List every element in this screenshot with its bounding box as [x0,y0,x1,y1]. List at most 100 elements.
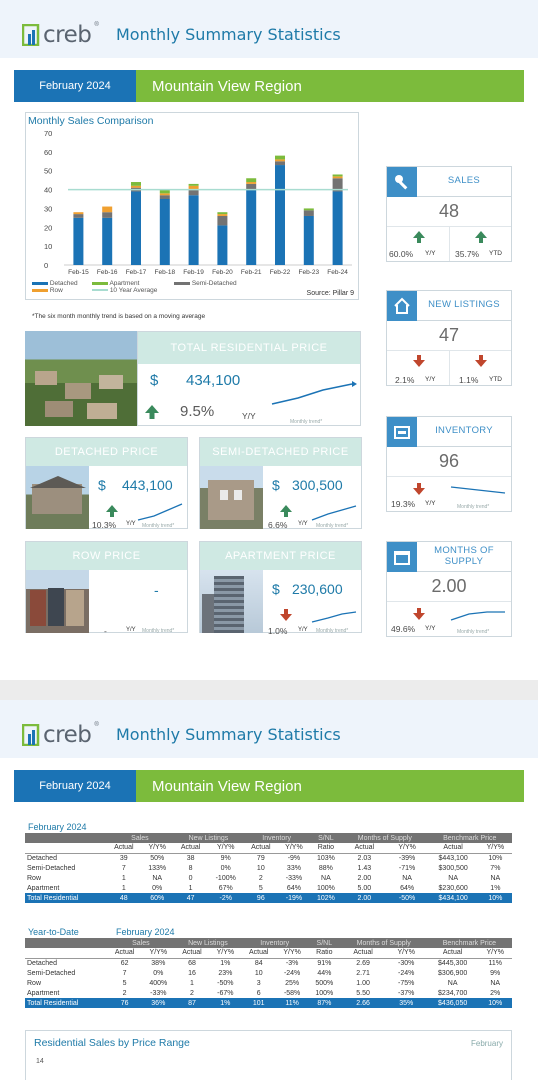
up-arrow-icon [106,505,118,517]
row-value: - [154,582,159,598]
table-group-header: Sales New Listings Inventory S/NL Months of … [25,833,512,843]
apartment-trend-label: Monthly trend* [316,628,349,634]
table-cell: -30% [398,959,415,967]
page-header: creb ® Monthly Summary Statistics [0,700,538,758]
table-cell: 0 [188,874,193,882]
row-price-card: ROW PRICE - - Y/Y Monthly trend* [25,541,188,636]
total-price-trend [271,381,357,405]
table-cell: Semi-Detached [27,969,76,977]
price-range-title: Residential Sales by Price Range [34,1037,190,1049]
table-cell: $306,900 [438,969,468,977]
price-range-month: February [470,1039,503,1048]
new-listings-ytd-pct: 1.1% [459,375,479,385]
table-cell: 67% [218,884,233,892]
sales-comparison-chart: Monthly Sales Comparison 0 10 20 30 40 50 60 70… [25,112,359,300]
bar-semi-detached [303,210,314,216]
subheader-cell: Y/Y% [207,843,244,854]
table-row: Semi-Detached 7 133% 8 0% 10 33% 88% 1.43 -71% $30… [25,863,512,873]
report-date: February 2024 [14,70,136,102]
bar-detached [217,225,228,265]
y-tick-label: 0 [44,261,48,270]
table-cell: 10% [488,854,503,862]
table-cell: NA [321,874,331,882]
sales-label: SALES [447,175,481,187]
new-listings-stat-card: NEW LISTINGS 47 2.1% Y/Y 1.1% YTD [386,290,512,386]
bar-row [217,214,228,216]
monthly-stats-table: Sales New Listings Inventory S/NL Months of … [25,833,512,903]
table-cell: 87% [308,998,341,1008]
table-cell: 2.03 [357,854,372,862]
bar-detached [332,191,343,265]
table-cell: 1% [220,959,231,967]
subheader-cell: Y/Y% [478,843,512,854]
table-cell: 33% [286,864,301,872]
inventory-trend-label: Monthly trend* [457,504,490,510]
subheader-cell: Y/Y% [209,948,242,959]
row-yy: Y/Y [126,627,136,633]
house-icon [387,291,417,321]
table-cell: 96 [243,893,279,903]
apartment-pct: 1.0% [268,626,288,636]
bar-detached [246,189,257,265]
group-header: Sales [106,833,174,843]
detached-price-label: DETACHED PRICE [26,438,187,466]
table-cell: $434,100 [427,893,479,903]
sales-yy-pct: 60.0% [389,249,414,259]
bar-detached [131,191,141,265]
apartment-price-label: APARTMENT PRICE [200,542,361,570]
table-cell: 1.43 [357,864,372,872]
subheader-cell: Y/Y% [278,843,310,854]
bar-detached [275,165,285,265]
table-cell: 68 [188,959,196,967]
table-cell: 79 [256,854,265,862]
subheader-cell: Actual [107,948,143,959]
table-cell: 2% [490,989,501,997]
months-supply-yy-label: Y/Y [425,625,436,632]
bar-detached [188,195,199,265]
subheader-cell: Ratio [309,843,343,854]
table-cell: $234,700 [438,989,468,997]
table-cell: NA [152,874,163,882]
table-cell: 100% [316,884,335,892]
apartment-building-photo [200,570,263,633]
table-cell: 60% [141,893,174,903]
table-cell: 11% [488,959,502,967]
table-row: Apartment 1 0% 1 67% 5 64% 100% 5.00 64% $230,600 1… [25,883,512,893]
x-tick-label: Feb-17 [126,269,147,276]
group-header: S/NL [309,833,343,843]
table-cell: 500% [315,979,334,987]
inventory-icon [387,417,417,447]
table-cell: 64% [286,884,301,892]
bar-apartment [303,208,314,211]
creb-logo-icon [22,724,40,746]
group-header: Benchmark Price [426,938,512,948]
table-cell: $443,100 [438,854,468,862]
table-cell: 76 [107,998,143,1008]
bar-semi-detached [102,212,113,218]
bar-row [102,206,113,213]
table-cell: 1.00 [356,979,370,987]
detached-trend [137,503,183,521]
detached-trend-label: Monthly trend* [142,523,175,529]
registered-mark: ® [94,722,99,728]
inventory-value: 96 [387,447,511,477]
apartment-yy: Y/Y [298,627,308,633]
table-cell: -9% [287,854,301,862]
bar-detached [159,199,170,265]
table-cell: Semi-Detached [27,864,76,872]
table-cell: $445,300 [438,959,468,967]
table-cell: 38% [151,959,166,967]
sales-stat-card: SALES 48 60.0% Y/Y 35.7% YTD [386,166,512,262]
detached-value: 443,100 [122,477,173,493]
table-cell: -67% [217,989,234,997]
bar-semi-detached [188,189,199,196]
bar-row [275,159,285,162]
inventory-stat-card: INVENTORY 96 19.3% Y/Y Monthly trend* [386,416,512,512]
table-cell: 7 [121,864,126,872]
table-cell: -50% [217,979,234,987]
row-pct: - [104,626,107,636]
table-cell: -39% [398,854,416,862]
table-cell: 5.00 [357,884,372,892]
table-cell: 39 [119,854,128,862]
table-cell: -3% [285,959,299,967]
